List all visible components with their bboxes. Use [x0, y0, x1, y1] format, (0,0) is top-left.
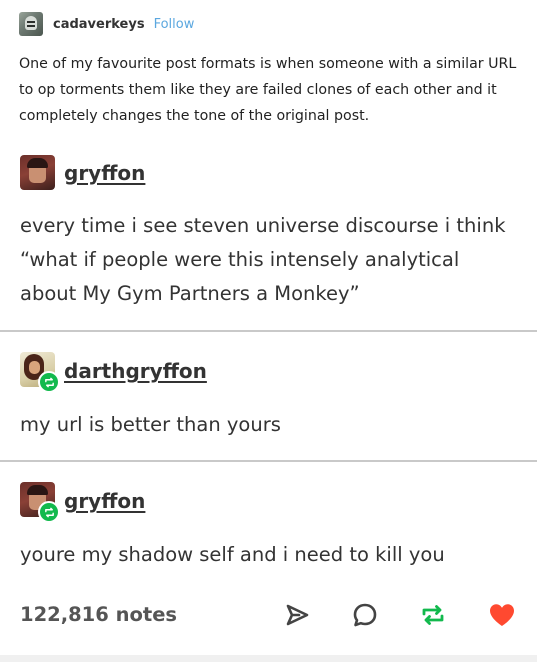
reblog-header: gryffon [20, 155, 145, 190]
avatar-wrap[interactable] [20, 352, 60, 393]
op-avatar[interactable] [19, 12, 43, 36]
reblog-body-text: every time i see steven universe discour… [20, 214, 506, 305]
avatar[interactable] [20, 155, 55, 190]
reblog-badge-icon [38, 501, 60, 523]
reblog-body-text: youre my shadow self and i need to kill … [20, 543, 445, 566]
reblog-icon[interactable] [418, 600, 448, 630]
reblog-header: gryffon [20, 482, 145, 523]
op-header: cadaverkeys Follow [19, 12, 194, 36]
like-icon[interactable] [487, 600, 517, 630]
post-footer: 122,816 notes [0, 595, 537, 639]
reblog-entry: gryffon every time i see steven universe… [0, 142, 537, 332]
reblog-header: darthgryffon [20, 352, 207, 393]
reblog-badge-icon [38, 371, 60, 393]
reblog-username[interactable]: gryffon [64, 489, 145, 513]
bottom-strip [0, 655, 537, 662]
original-post: cadaverkeys Follow One of my favourite p… [0, 0, 537, 142]
avatar-wrap[interactable] [20, 482, 60, 523]
reblog-username[interactable]: gryffon [64, 161, 145, 185]
reblog-entry: gryffon youre my shadow self and i need … [0, 462, 537, 592]
notes-count[interactable]: 122,816 notes [20, 603, 177, 626]
reply-icon[interactable] [350, 600, 380, 630]
reblog-username[interactable]: darthgryffon [64, 359, 207, 383]
follow-button[interactable]: Follow [154, 17, 195, 32]
share-icon[interactable] [282, 600, 312, 630]
op-body-text: One of my favourite post formats is when… [19, 56, 517, 124]
reblog-body-text: my url is better than yours [20, 413, 281, 436]
op-username[interactable]: cadaverkeys [53, 17, 145, 32]
reblog-entry: darthgryffon my url is better than yours [0, 332, 537, 460]
